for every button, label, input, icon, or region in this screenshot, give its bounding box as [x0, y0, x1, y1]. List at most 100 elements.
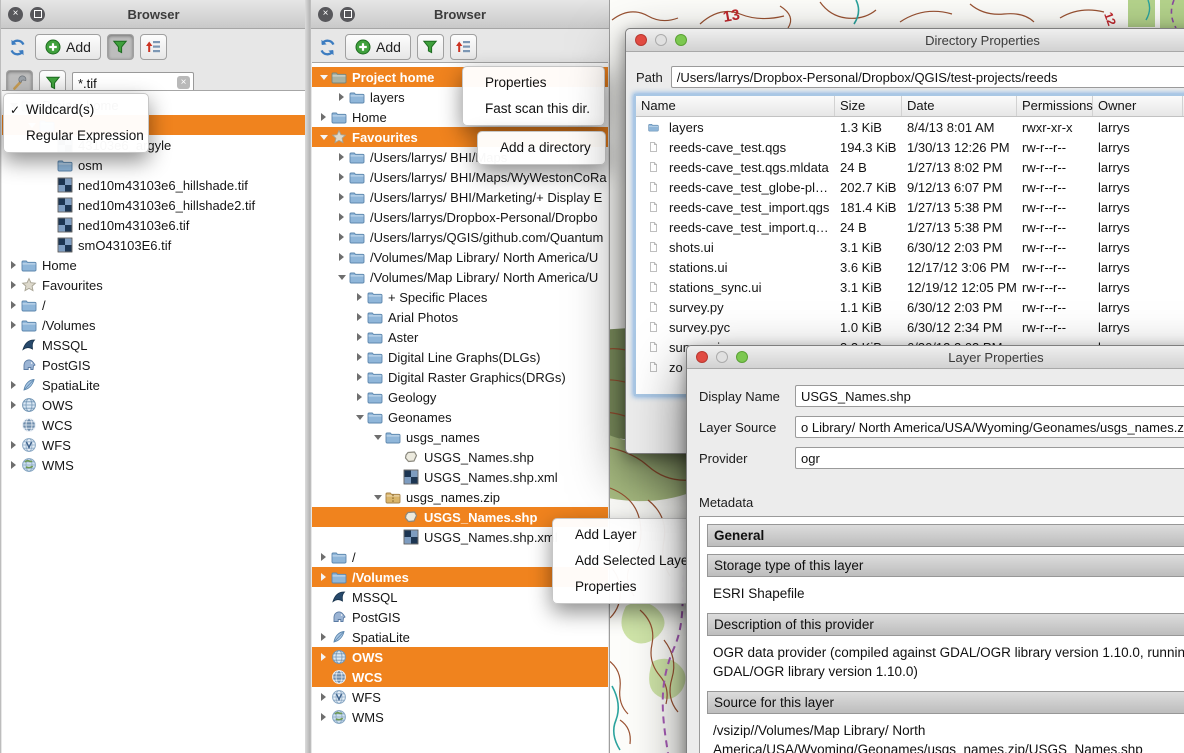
mid-tree-item-postgis[interactable]: PostGIS [312, 607, 608, 627]
mid-tree-item-users-larrys-qgis-github-com-quantum[interactable]: /Users/larrys/QGIS/github.com/Quantum [312, 227, 608, 247]
zoom-button[interactable] [675, 34, 687, 46]
chevron-right-icon[interactable] [318, 567, 331, 587]
mid-tree-item-volumes-map-library-north-america-u[interactable]: /Volumes/Map Library/ North America/U [312, 247, 608, 267]
left-tree-item-ned10m43103e6-tif[interactable]: ned10m43103e6.tif [2, 215, 305, 235]
panel-close-icon[interactable]: × [8, 7, 23, 22]
left-tree-item-ned10m43103e6-hillshade2-tif[interactable]: ned10m43103e6_hillshade2.tif [2, 195, 305, 215]
left-tree-item-home[interactable]: Home [2, 255, 305, 275]
chevron-right-icon[interactable] [8, 315, 21, 335]
mid-tree-item-digital-raster-graphics-drgs[interactable]: Digital Raster Graphics(DRGs) [312, 367, 608, 387]
chevron-right-icon[interactable] [318, 687, 331, 707]
mid-tree-item-users-larrys-bhi-maps-wywestoncora[interactable]: /Users/larrys/ BHI/Maps/WyWestonCoRa [312, 167, 608, 187]
display-name-input[interactable] [795, 385, 1184, 407]
layer-source-input[interactable] [795, 416, 1184, 438]
mid-tree-item-spatialite[interactable]: SpatiaLite [312, 627, 608, 647]
file-row-survey-py[interactable]: survey.py1.1 KiB6/30/12 2:03 PMrw-r--r--… [636, 297, 1184, 317]
file-row-stations-ui[interactable]: stations.ui3.6 KiB12/17/12 3:06 PMrw-r--… [636, 257, 1184, 277]
column-header-size[interactable]: Size [835, 96, 902, 116]
panel-close-icon[interactable]: × [318, 7, 333, 22]
chevron-right-icon[interactable] [318, 107, 331, 127]
add-button[interactable]: Add [345, 34, 411, 60]
mid-tree-item-geology[interactable]: Geology [312, 387, 608, 407]
mid-tree-item-specific-places[interactable]: + Specific Places [312, 287, 608, 307]
refresh-button[interactable] [6, 34, 29, 60]
left-tree-item-ows[interactable]: OWS [2, 395, 305, 415]
close-button[interactable] [635, 34, 647, 46]
menu-item-fast-scan-this-dir[interactable]: Fast scan this dir. [463, 96, 604, 122]
chevron-right-icon[interactable] [318, 707, 331, 727]
chevron-down-icon[interactable] [372, 427, 385, 447]
chevron-right-icon[interactable] [336, 167, 349, 187]
chevron-right-icon[interactable] [8, 435, 21, 455]
collapse-all-button[interactable] [450, 34, 477, 60]
chevron-right-icon[interactable] [336, 87, 349, 107]
mid-tree-item-usgs-names[interactable]: usgs_names [312, 427, 608, 447]
left-tree-item-postgis[interactable]: PostGIS [2, 355, 305, 375]
collapse-all-button[interactable] [140, 34, 167, 60]
mid-tree-item-usgs-names-shp-xml[interactable]: USGS_Names.shp.xml [312, 467, 608, 487]
zoom-button[interactable] [736, 351, 748, 363]
chevron-right-icon[interactable] [8, 275, 21, 295]
window-titlebar[interactable]: Directory Properties [626, 29, 1184, 52]
file-row-shots-ui[interactable]: shots.ui3.1 KiB6/30/12 2:03 PMrw-r--r--l… [636, 237, 1184, 257]
mid-tree-item-usgs-names-shp[interactable]: USGS_Names.shp [312, 447, 608, 467]
mid-tree-item-arial-photos[interactable]: Arial Photos [312, 307, 608, 327]
mid-tree-item-wcs[interactable]: WCS [312, 667, 608, 687]
minimize-button[interactable] [716, 351, 728, 363]
chevron-right-icon[interactable] [8, 255, 21, 275]
column-header-permissions[interactable]: Permissions [1017, 96, 1093, 116]
menu-item-wildcard-s[interactable]: ✓Wildcard(s) [4, 97, 148, 123]
chevron-down-icon[interactable] [372, 487, 385, 507]
chevron-right-icon[interactable] [336, 207, 349, 227]
left-tree-item-favourites[interactable]: Favourites [2, 275, 305, 295]
mid-tree-item-wms[interactable]: WMS [312, 707, 608, 727]
filter-toggle-button[interactable] [107, 34, 134, 60]
chevron-right-icon[interactable] [336, 227, 349, 247]
provider-input[interactable] [795, 447, 1184, 469]
minimize-button[interactable] [655, 34, 667, 46]
file-row-reeds-cave-test-globe-pl[interactable]: reeds-cave_test_globe-pl…202.7 KiB9/12/1… [636, 177, 1184, 197]
mid-tree-item-wfs[interactable]: WFS [312, 687, 608, 707]
mid-tree-item-users-larrys-dropbox-personal-dropbo[interactable]: /Users/larrys/Dropbox-Personal/Dropbo [312, 207, 608, 227]
column-header-name[interactable]: Name [636, 96, 835, 116]
left-tree-item-ned10m43103e6-hillshade-tif[interactable]: ned10m43103e6_hillshade.tif [2, 175, 305, 195]
column-header-owner[interactable]: Owner [1093, 96, 1183, 116]
chevron-right-icon[interactable] [8, 375, 21, 395]
filter-toggle-button[interactable] [417, 34, 444, 60]
panel-float-icon[interactable] [340, 7, 355, 22]
window-titlebar[interactable]: Layer Properties [687, 346, 1184, 369]
file-row-survey-pyc[interactable]: survey.pyc1.0 KiB6/30/12 2:34 PMrw-r--r-… [636, 317, 1184, 337]
mid-tree-item-ows[interactable]: OWS [312, 647, 608, 667]
panel-float-icon[interactable] [30, 7, 45, 22]
chevron-right-icon[interactable] [354, 327, 367, 347]
chevron-down-icon[interactable] [318, 67, 331, 87]
mid-tree-item-usgs-names-zip[interactable]: usgs_names.zip [312, 487, 608, 507]
chevron-right-icon[interactable] [354, 387, 367, 407]
chevron-down-icon[interactable] [354, 407, 367, 427]
left-tree-item-smo43103e6-tif[interactable]: smO43103E6.tif [2, 235, 305, 255]
file-row-reeds-cave-test-qgs-mldata[interactable]: reeds-cave_test.qgs.mldata24 B1/27/13 8:… [636, 157, 1184, 177]
mid-tree-item-users-larrys-bhi-marketing-display-e[interactable]: /Users/larrys/ BHI/Marketing/+ Display E [312, 187, 608, 207]
chevron-down-icon[interactable] [318, 127, 331, 147]
mid-tree-item-geonames[interactable]: Geonames [312, 407, 608, 427]
left-tree-item-wfs[interactable]: WFS [2, 435, 305, 455]
menu-item-regular-expression[interactable]: Regular Expression [4, 123, 148, 149]
file-row-reeds-cave-test-import-q[interactable]: reeds-cave_test_import.q…24 B1/27/13 5:3… [636, 217, 1184, 237]
refresh-button[interactable] [316, 34, 339, 60]
file-row-layers[interactable]: layers1.3 KiB8/4/13 8:01 AMrwxr-xr-xlarr… [636, 117, 1184, 137]
chevron-right-icon[interactable] [354, 347, 367, 367]
mid-tree-item-digital-line-graphs-dlgs[interactable]: Digital Line Graphs(DLGs) [312, 347, 608, 367]
chevron-right-icon[interactable] [336, 247, 349, 267]
close-button[interactable] [696, 351, 708, 363]
menu-item-properties[interactable]: Properties [463, 70, 604, 96]
mid-tree-item-volumes-map-library-north-america-u[interactable]: /Volumes/Map Library/ North America/U [312, 267, 608, 287]
chevron-right-icon[interactable] [318, 647, 331, 667]
left-tree-item-wms[interactable]: WMS [2, 455, 305, 475]
left-tree-item-volumes[interactable]: /Volumes [2, 315, 305, 335]
chevron-right-icon[interactable] [318, 627, 331, 647]
chevron-right-icon[interactable] [336, 187, 349, 207]
chevron-right-icon[interactable] [336, 147, 349, 167]
left-tree-item-osm[interactable]: osm [2, 155, 305, 175]
column-header-date[interactable]: Date [902, 96, 1017, 116]
left-tree-item-item[interactable]: / [2, 295, 305, 315]
